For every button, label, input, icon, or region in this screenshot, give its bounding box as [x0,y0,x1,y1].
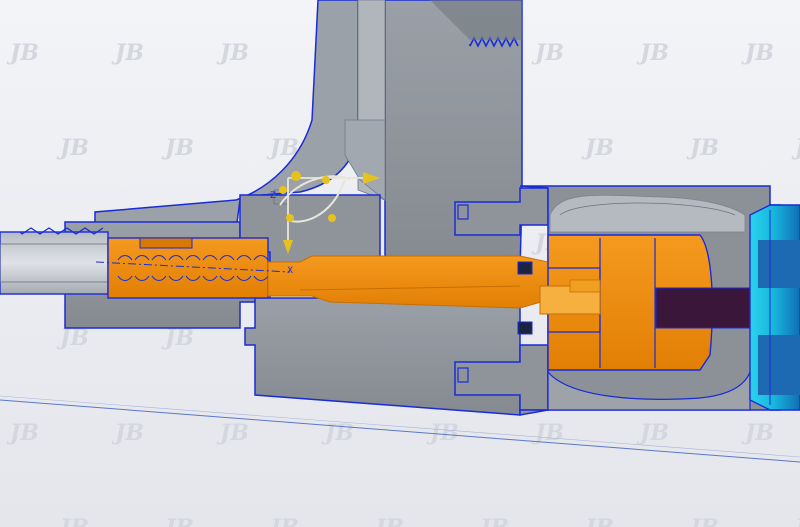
watermark-mark: JB [741,40,774,66]
watermark-mark: JB [56,135,89,161]
watermark-mark: JB [636,420,669,446]
watermark-mark: JB [371,515,404,527]
model-section-view[interactable]: JB JB JB JB JB JB JB JB JB JB JB JB JB JB JB JB JB JB JB JB… [0,0,800,527]
watermark-mark: JB [531,40,564,66]
end-cap[interactable] [749,204,800,411]
watermark-mark: JB [6,420,39,446]
watermark-mark: JB [161,325,194,351]
watermark-mark: JB [6,40,39,66]
watermark-mark: JB [686,135,719,161]
watermark-mark: JB [161,515,194,527]
watermark-mark: JB [636,40,669,66]
watermark-mark: JB [791,135,800,161]
watermark-mark: JB [686,515,719,527]
watermark-mark: JB [791,515,800,527]
watermark-mark: JB [56,325,89,351]
watermark-mark: JB [111,420,144,446]
watermark-mark: JB [581,515,614,527]
triad-x-label: X [287,266,293,276]
triad-z-label: Z [270,191,276,201]
watermark-mark: JB [56,515,89,527]
watermark-mark: JB [111,40,144,66]
watermark-mark: JB [216,420,249,446]
cad-graphics-viewport[interactable]: JB JB JB JB JB JB JB JB JB JB JB JB JB JB JB JB JB JB JB JB… [0,0,800,527]
inlet-tube[interactable] [0,227,109,295]
watermark-mark: JB [161,135,194,161]
watermark-mark: JB [476,515,509,527]
watermark-mark: JB [581,135,614,161]
watermark-mark: JB [741,420,774,446]
watermark-mark: JB [321,420,354,446]
watermark-mark: JB [266,515,299,527]
watermark-mark: JB [216,40,249,66]
